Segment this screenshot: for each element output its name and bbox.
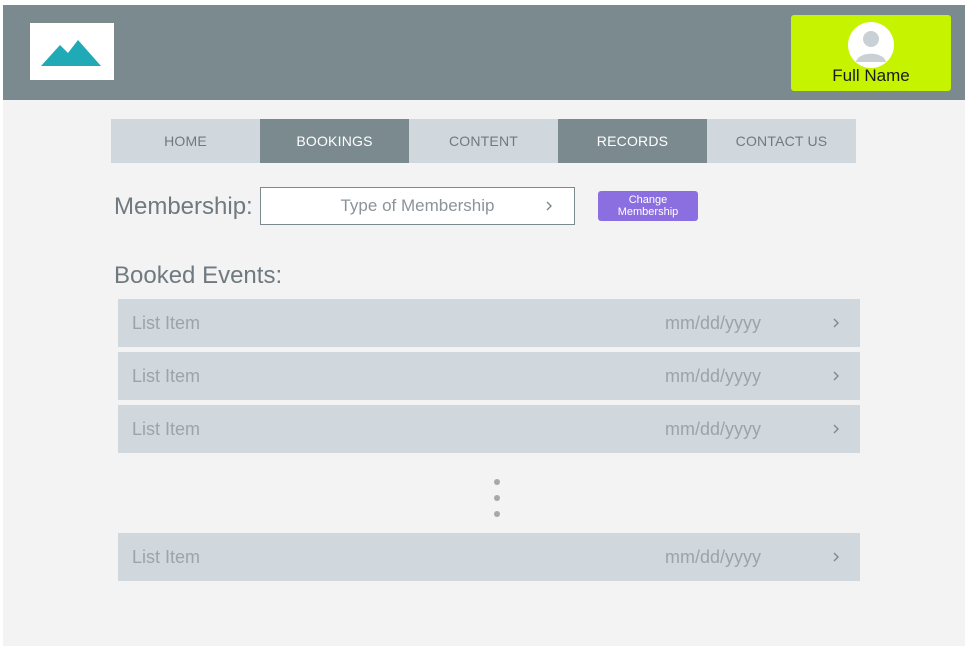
chevron-right-icon (833, 424, 839, 434)
membership-select[interactable]: Type of Membership (260, 187, 575, 225)
list-item-date: mm/dd/yyyy (665, 419, 762, 439)
mountain-logo-icon (41, 40, 101, 66)
app-frame: Full Name HOME BOOKINGS CONTENT RECORDS … (3, 5, 965, 646)
booked-events-title: Booked Events: (114, 262, 283, 289)
logo[interactable] (30, 23, 114, 80)
chevron-right-icon (833, 318, 839, 328)
user-name: Full Name (832, 66, 910, 85)
main-nav: HOME BOOKINGS CONTENT RECORDS CONTACT US (111, 119, 856, 163)
list-item-date: mm/dd/yyyy (665, 313, 762, 333)
tab-bookings[interactable]: BOOKINGS (260, 119, 409, 163)
list-item-date: mm/dd/yyyy (665, 366, 762, 386)
membership-label: Membership: (114, 193, 253, 220)
list-item[interactable]: List Item mm/dd/yyyy (118, 352, 860, 400)
tab-content[interactable]: CONTENT (409, 119, 558, 163)
list-item[interactable]: List Item mm/dd/yyyy (118, 533, 860, 581)
list-item-label: List Item (132, 419, 201, 439)
tab-records[interactable]: RECORDS (558, 119, 707, 163)
header-bar: Full Name (3, 5, 965, 100)
list-item-label: List Item (132, 547, 201, 567)
chevron-right-icon (546, 201, 552, 211)
user-avatar-icon (848, 22, 894, 68)
list-item-label: List Item (132, 366, 201, 386)
list-item[interactable]: List Item mm/dd/yyyy (118, 405, 860, 453)
membership-value: Type of Membership (340, 196, 495, 215)
tab-home[interactable]: HOME (111, 119, 260, 163)
list-item-date: mm/dd/yyyy (665, 547, 762, 567)
chevron-right-icon (833, 371, 839, 381)
vertical-ellipsis-icon (493, 479, 501, 521)
chevron-right-icon (833, 552, 839, 562)
list-item[interactable]: List Item mm/dd/yyyy (118, 299, 860, 347)
list-item-label: List Item (132, 313, 201, 333)
user-profile-button[interactable]: Full Name (791, 15, 951, 91)
change-membership-button[interactable]: Change Membership (598, 191, 698, 221)
change-membership-label: Change Membership (617, 194, 679, 218)
tab-contact-us[interactable]: CONTACT US (707, 119, 856, 163)
